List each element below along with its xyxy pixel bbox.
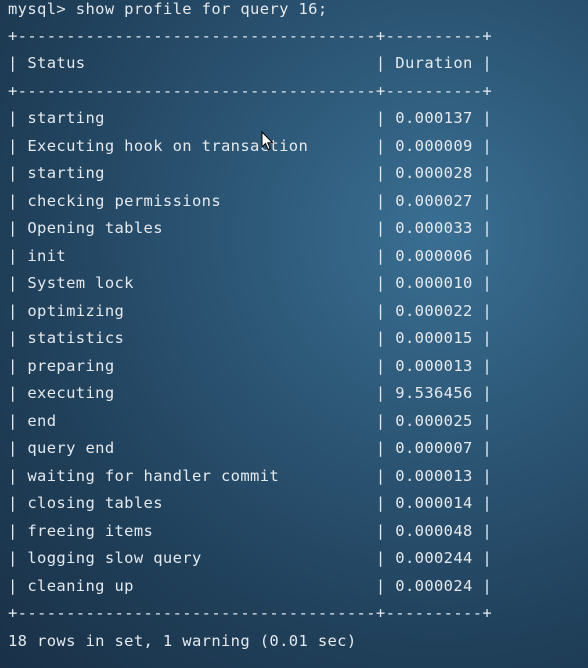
table-border-top: +-------------------------------------+-…	[8, 27, 493, 45]
table-row: | Executing hook on transaction | 0.0000…	[8, 137, 493, 155]
table-row: | checking permissions | 0.000027 |	[8, 192, 493, 210]
table-row: | query end | 0.000007 |	[8, 439, 493, 457]
terminal-window[interactable]: mysql> show profile for query 16; +-----…	[0, 0, 588, 668]
table-row: | statistics | 0.000015 |	[8, 329, 493, 347]
table-row: | starting | 0.000137 |	[8, 109, 493, 127]
table-row: | Opening tables | 0.000033 |	[8, 219, 493, 237]
result-summary: 18 rows in set, 1 warning (0.01 sec)	[8, 632, 357, 650]
table-row: | logging slow query | 0.000244 |	[8, 549, 493, 567]
table-row: | waiting for handler commit | 0.000013 …	[8, 467, 493, 485]
table-row: | executing | 9.536456 |	[8, 384, 493, 402]
table-row: | optimizing | 0.000022 |	[8, 302, 493, 320]
command-line: mysql> show profile for query 16;	[8, 0, 328, 18]
table-row: | end | 0.000025 |	[8, 412, 493, 430]
table-row: | init | 0.000006 |	[8, 247, 493, 265]
table-row: | cleaning up | 0.000024 |	[8, 577, 493, 595]
table-row: | closing tables | 0.000014 |	[8, 494, 493, 512]
table-row: | starting | 0.000028 |	[8, 164, 493, 182]
table-border-header: +-------------------------------------+-…	[8, 82, 493, 100]
table-row: | preparing | 0.000013 |	[8, 357, 493, 375]
table-header: | Status | Duration |	[8, 54, 493, 72]
table-row: | System lock | 0.000010 |	[8, 274, 493, 292]
table-row: | freeing items | 0.000048 |	[8, 522, 493, 540]
table-border-bottom: +-------------------------------------+-…	[8, 604, 493, 622]
